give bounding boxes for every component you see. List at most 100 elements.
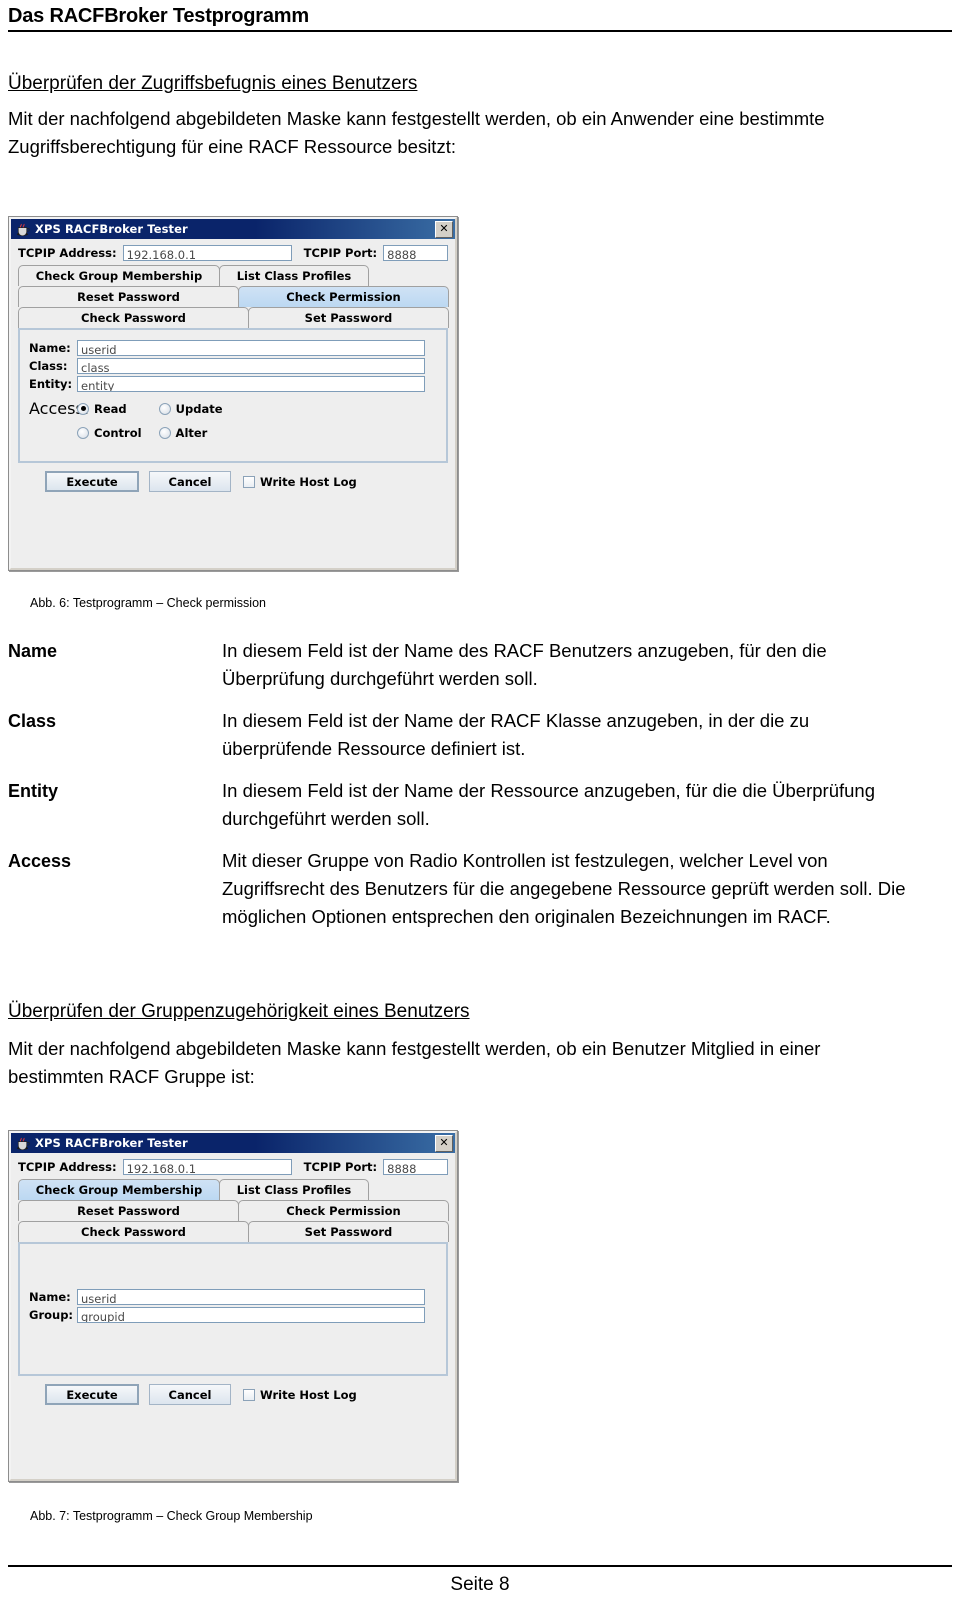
class-label: Class: (29, 359, 68, 373)
dialog1-field-name-row: Name: userid (29, 340, 437, 356)
radio-read[interactable] (77, 402, 89, 415)
access-radio-row-2: Control Alter (29, 426, 437, 440)
dialog2-tab-row-1: Check Group Membership List Class Profil… (18, 1179, 448, 1200)
page-header: Das RACFBroker Testprogramm (8, 4, 952, 32)
dialog1-button-row: Execute Cancel Write Host Log (11, 463, 455, 492)
dialog1-title-text: XPS RACFBroker Tester (35, 222, 188, 236)
tcpip-address-input[interactable]: 192.168.0.1 (122, 1159, 292, 1175)
execute-button[interactable]: Execute (45, 1384, 139, 1405)
radio-alter-label: Alter (175, 426, 208, 440)
dialog1-tabstrip: Check Group Membership List Class Profil… (11, 265, 455, 328)
access-radio-row-1: Access: Read Update (29, 399, 437, 418)
close-icon[interactable]: ✕ (435, 1134, 453, 1152)
tab-reset-password[interactable]: Reset Password (18, 1200, 239, 1221)
definition-term-name: Name (8, 641, 58, 661)
name-label: Name: (29, 1290, 71, 1304)
dialog1-tab-panel: Name: userid Class: class Entity: entity… (18, 328, 448, 463)
entity-input[interactable]: entity (77, 376, 425, 392)
header-rule (8, 30, 952, 32)
close-icon[interactable]: ✕ (435, 220, 453, 238)
cancel-button[interactable]: Cancel (149, 471, 231, 492)
radio-update[interactable] (158, 402, 171, 415)
definition-entity: Entity In diesem Feld ist der Name der R… (8, 777, 938, 837)
tab-check-permission[interactable]: Check Permission (237, 1200, 449, 1221)
tab-check-group-membership[interactable]: Check Group Membership (18, 265, 220, 286)
write-host-log-label: Write Host Log (260, 474, 357, 489)
dialog2-titlebar[interactable]: XPS RACFBroker Tester ✕ (11, 1133, 455, 1153)
dialog2-tab-panel: Name: userid Group: groupid (18, 1242, 448, 1376)
radio-update-label: Update (175, 401, 223, 416)
tcpip-address-label: TCPIP Address: (18, 1160, 117, 1174)
write-host-log-checkbox-wrap[interactable]: Write Host Log (243, 1388, 357, 1402)
group-label: Group: (29, 1308, 74, 1322)
tab-check-password[interactable]: Check Password (18, 1221, 249, 1242)
definition-name: Name In diesem Feld ist der Name des RAC… (8, 637, 938, 697)
tab-check-group-membership[interactable]: Check Group Membership (18, 1179, 220, 1200)
racfbroker-tester-window-check-permission[interactable]: XPS RACFBroker Tester ✕ TCPIP Address: 1… (8, 216, 458, 571)
name-label: Name: (29, 341, 71, 355)
definition-desc-name: In diesem Feld ist der Name des RACF Ben… (222, 640, 827, 689)
footer-rule (8, 1565, 952, 1567)
java-coffee-cup-icon (15, 222, 30, 237)
dialog1-tab-row-1: Check Group Membership List Class Profil… (18, 265, 448, 286)
dialog1-field-entity-row: Entity: entity (29, 376, 437, 392)
figure-caption-6: Abb. 6: Testprogramm – Check permission (30, 596, 266, 610)
tcpip-address-input[interactable]: 192.168.0.1 (122, 245, 292, 261)
definition-desc-class: In diesem Feld ist der Name der RACF Kla… (222, 710, 810, 759)
definition-desc-entity: In diesem Feld ist der Name der Ressourc… (222, 780, 875, 829)
radio-control[interactable] (77, 427, 89, 439)
tcpip-address-label: TCPIP Address: (18, 246, 117, 260)
dialog2-tab-row-2: Reset Password Check Permission (18, 1200, 449, 1221)
definition-term-entity: Entity (8, 781, 59, 801)
section-heading-access-check: Überprüfen der Zugriffsbefugnis eines Be… (8, 73, 418, 94)
java-coffee-cup-icon (15, 1136, 30, 1151)
dialog2-field-name-row: Name: userid (29, 1289, 437, 1305)
tab-reset-password[interactable]: Reset Password (18, 286, 239, 307)
write-host-log-checkbox[interactable] (243, 475, 255, 488)
dialog1-field-class-row: Class: class (29, 358, 437, 374)
radio-control-label: Control (94, 426, 142, 440)
tab-list-class-profiles[interactable]: List Class Profiles (219, 1179, 369, 1200)
tcpip-port-input[interactable]: 8888 (383, 1159, 448, 1175)
tab-check-permission[interactable]: Check Permission (237, 286, 449, 307)
name-input[interactable]: userid (77, 1289, 425, 1305)
entity-label: Entity: (29, 377, 73, 391)
section-intro-group-membership: Mit der nachfolgend abgebildeten Maske k… (8, 1038, 821, 1087)
tcpip-port-label: TCPIP Port: (303, 1160, 378, 1174)
racfbroker-tester-window-check-group-membership[interactable]: XPS RACFBroker Tester ✕ TCPIP Address: 1… (8, 1130, 458, 1482)
tab-check-password[interactable]: Check Password (18, 307, 249, 328)
dialog2-title-text: XPS RACFBroker Tester (35, 1136, 188, 1150)
dialog1-tab-row-2: Reset Password Check Permission (18, 286, 449, 307)
field-description-list: Name In diesem Feld ist der Name des RAC… (8, 637, 938, 975)
tab-list-class-profiles[interactable]: List Class Profiles (219, 265, 369, 286)
class-input[interactable]: class (77, 358, 425, 374)
tab-set-password[interactable]: Set Password (247, 307, 449, 328)
tcpip-port-label: TCPIP Port: (303, 246, 378, 260)
dialog2-button-row: Execute Cancel Write Host Log (11, 1376, 455, 1405)
dialog2-connection-row: TCPIP Address: 192.168.0.1 TCPIP Port: 8… (11, 1153, 455, 1179)
page-title: Das RACFBroker Testprogramm (8, 5, 309, 27)
dialog2-field-group-row: Group: groupid (29, 1307, 437, 1323)
dialog1-titlebar[interactable]: XPS RACFBroker Tester ✕ (11, 219, 455, 239)
page-number: Seite 8 (450, 1574, 510, 1595)
definition-access: Access Mit dieser Gruppe von Radio Kontr… (8, 847, 938, 965)
tab-set-password[interactable]: Set Password (247, 1221, 449, 1242)
radio-read-label: Read (94, 401, 127, 416)
write-host-log-checkbox-wrap[interactable]: Write Host Log (243, 475, 357, 489)
radio-alter[interactable] (158, 427, 171, 439)
name-input[interactable]: userid (77, 340, 425, 356)
definition-term-class: Class (8, 711, 57, 731)
definition-term-access: Access (8, 851, 72, 871)
cancel-button[interactable]: Cancel (149, 1384, 231, 1405)
definition-class: Class In diesem Feld ist der Name der RA… (8, 707, 938, 767)
section-heading-group-membership: Überprüfen der Gruppenzugehörigkeit eine… (8, 1001, 470, 1022)
write-host-log-checkbox[interactable] (243, 1388, 255, 1401)
tcpip-port-input[interactable]: 8888 (383, 245, 448, 261)
figure-caption-7: Abb. 7: Testprogramm – Check Group Membe… (30, 1509, 313, 1523)
section-intro-access-check: Mit der nachfolgend abgebildeten Maske k… (8, 108, 825, 157)
dialog1-tab-row-3: Check Password Set Password (18, 307, 449, 328)
execute-button[interactable]: Execute (45, 471, 139, 492)
dialog2-tab-row-3: Check Password Set Password (18, 1221, 449, 1242)
dialog2-tabstrip: Check Group Membership List Class Profil… (11, 1179, 455, 1242)
group-input[interactable]: groupid (77, 1307, 425, 1323)
